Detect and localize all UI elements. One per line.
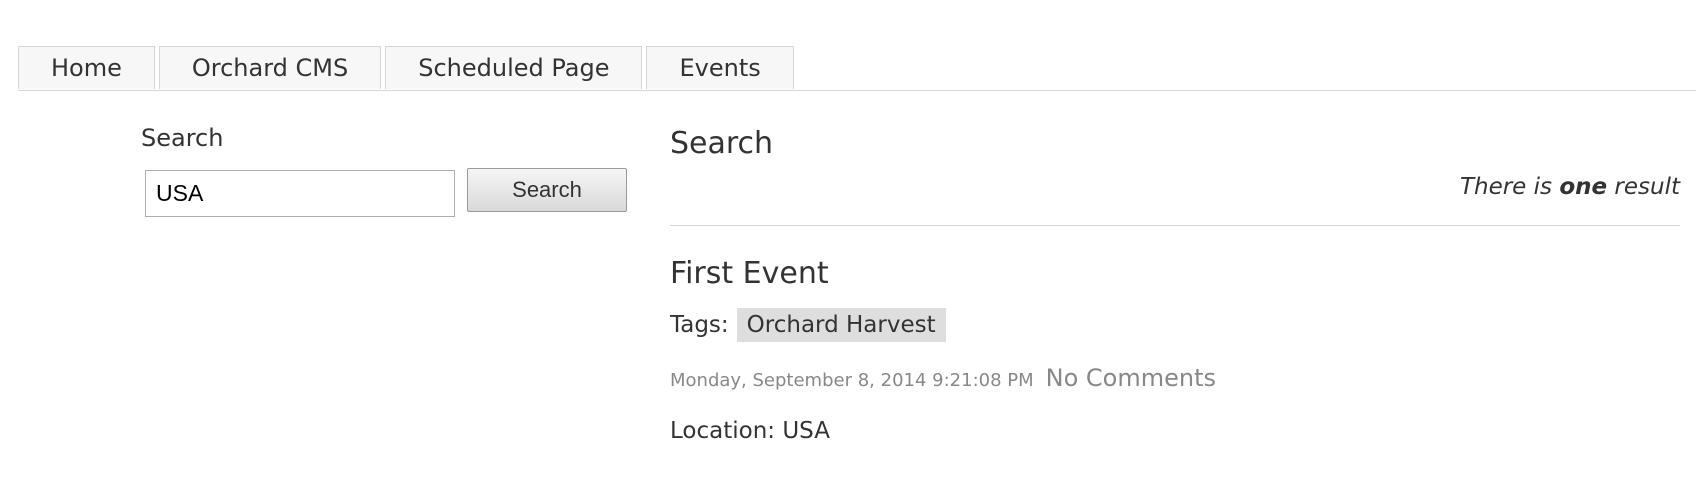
- search-widget: Search Search: [141, 124, 641, 217]
- tab-scheduled-page[interactable]: Scheduled Page: [385, 46, 643, 89]
- page-title: Search: [670, 126, 774, 161]
- search-input[interactable]: [145, 170, 455, 217]
- result-count: one: [1559, 174, 1608, 200]
- search-form: Search: [141, 168, 641, 217]
- tags-row: Tags: Orchard Harvest: [670, 308, 1680, 342]
- result-summary-suffix: result: [1614, 174, 1680, 200]
- search-widget-label: Search: [141, 124, 224, 152]
- page: Home Orchard CMS Scheduled Page Events S…: [0, 0, 1696, 487]
- result-summary: There is one result: [670, 174, 1680, 226]
- nav-tabs: Home Orchard CMS Scheduled Page Events: [18, 46, 1696, 89]
- result-meta: Monday, September 8, 2014 9:21:08 PM No …: [670, 364, 1680, 392]
- published-date: Monday, September 8, 2014 9:21:08 PM: [670, 370, 1034, 391]
- tab-orchard-cms[interactable]: Orchard CMS: [158, 46, 382, 89]
- event-location: Location: USA: [670, 418, 830, 444]
- search-results: Search There is one result First Event T…: [670, 124, 1680, 444]
- comments-link[interactable]: No Comments: [1046, 364, 1216, 392]
- main-nav: Home Orchard CMS Scheduled Page Events: [18, 46, 1696, 91]
- result-title-link[interactable]: First Event: [670, 254, 1680, 294]
- search-button[interactable]: Search: [467, 168, 627, 212]
- result-summary-prefix: There is: [1459, 174, 1553, 200]
- list-item: First Event Tags: Orchard Harvest Monday…: [670, 254, 1680, 444]
- tab-home[interactable]: Home: [18, 46, 155, 89]
- tags-label: Tags:: [670, 312, 729, 338]
- tag-link[interactable]: Orchard Harvest: [736, 308, 946, 342]
- tab-events[interactable]: Events: [646, 46, 794, 89]
